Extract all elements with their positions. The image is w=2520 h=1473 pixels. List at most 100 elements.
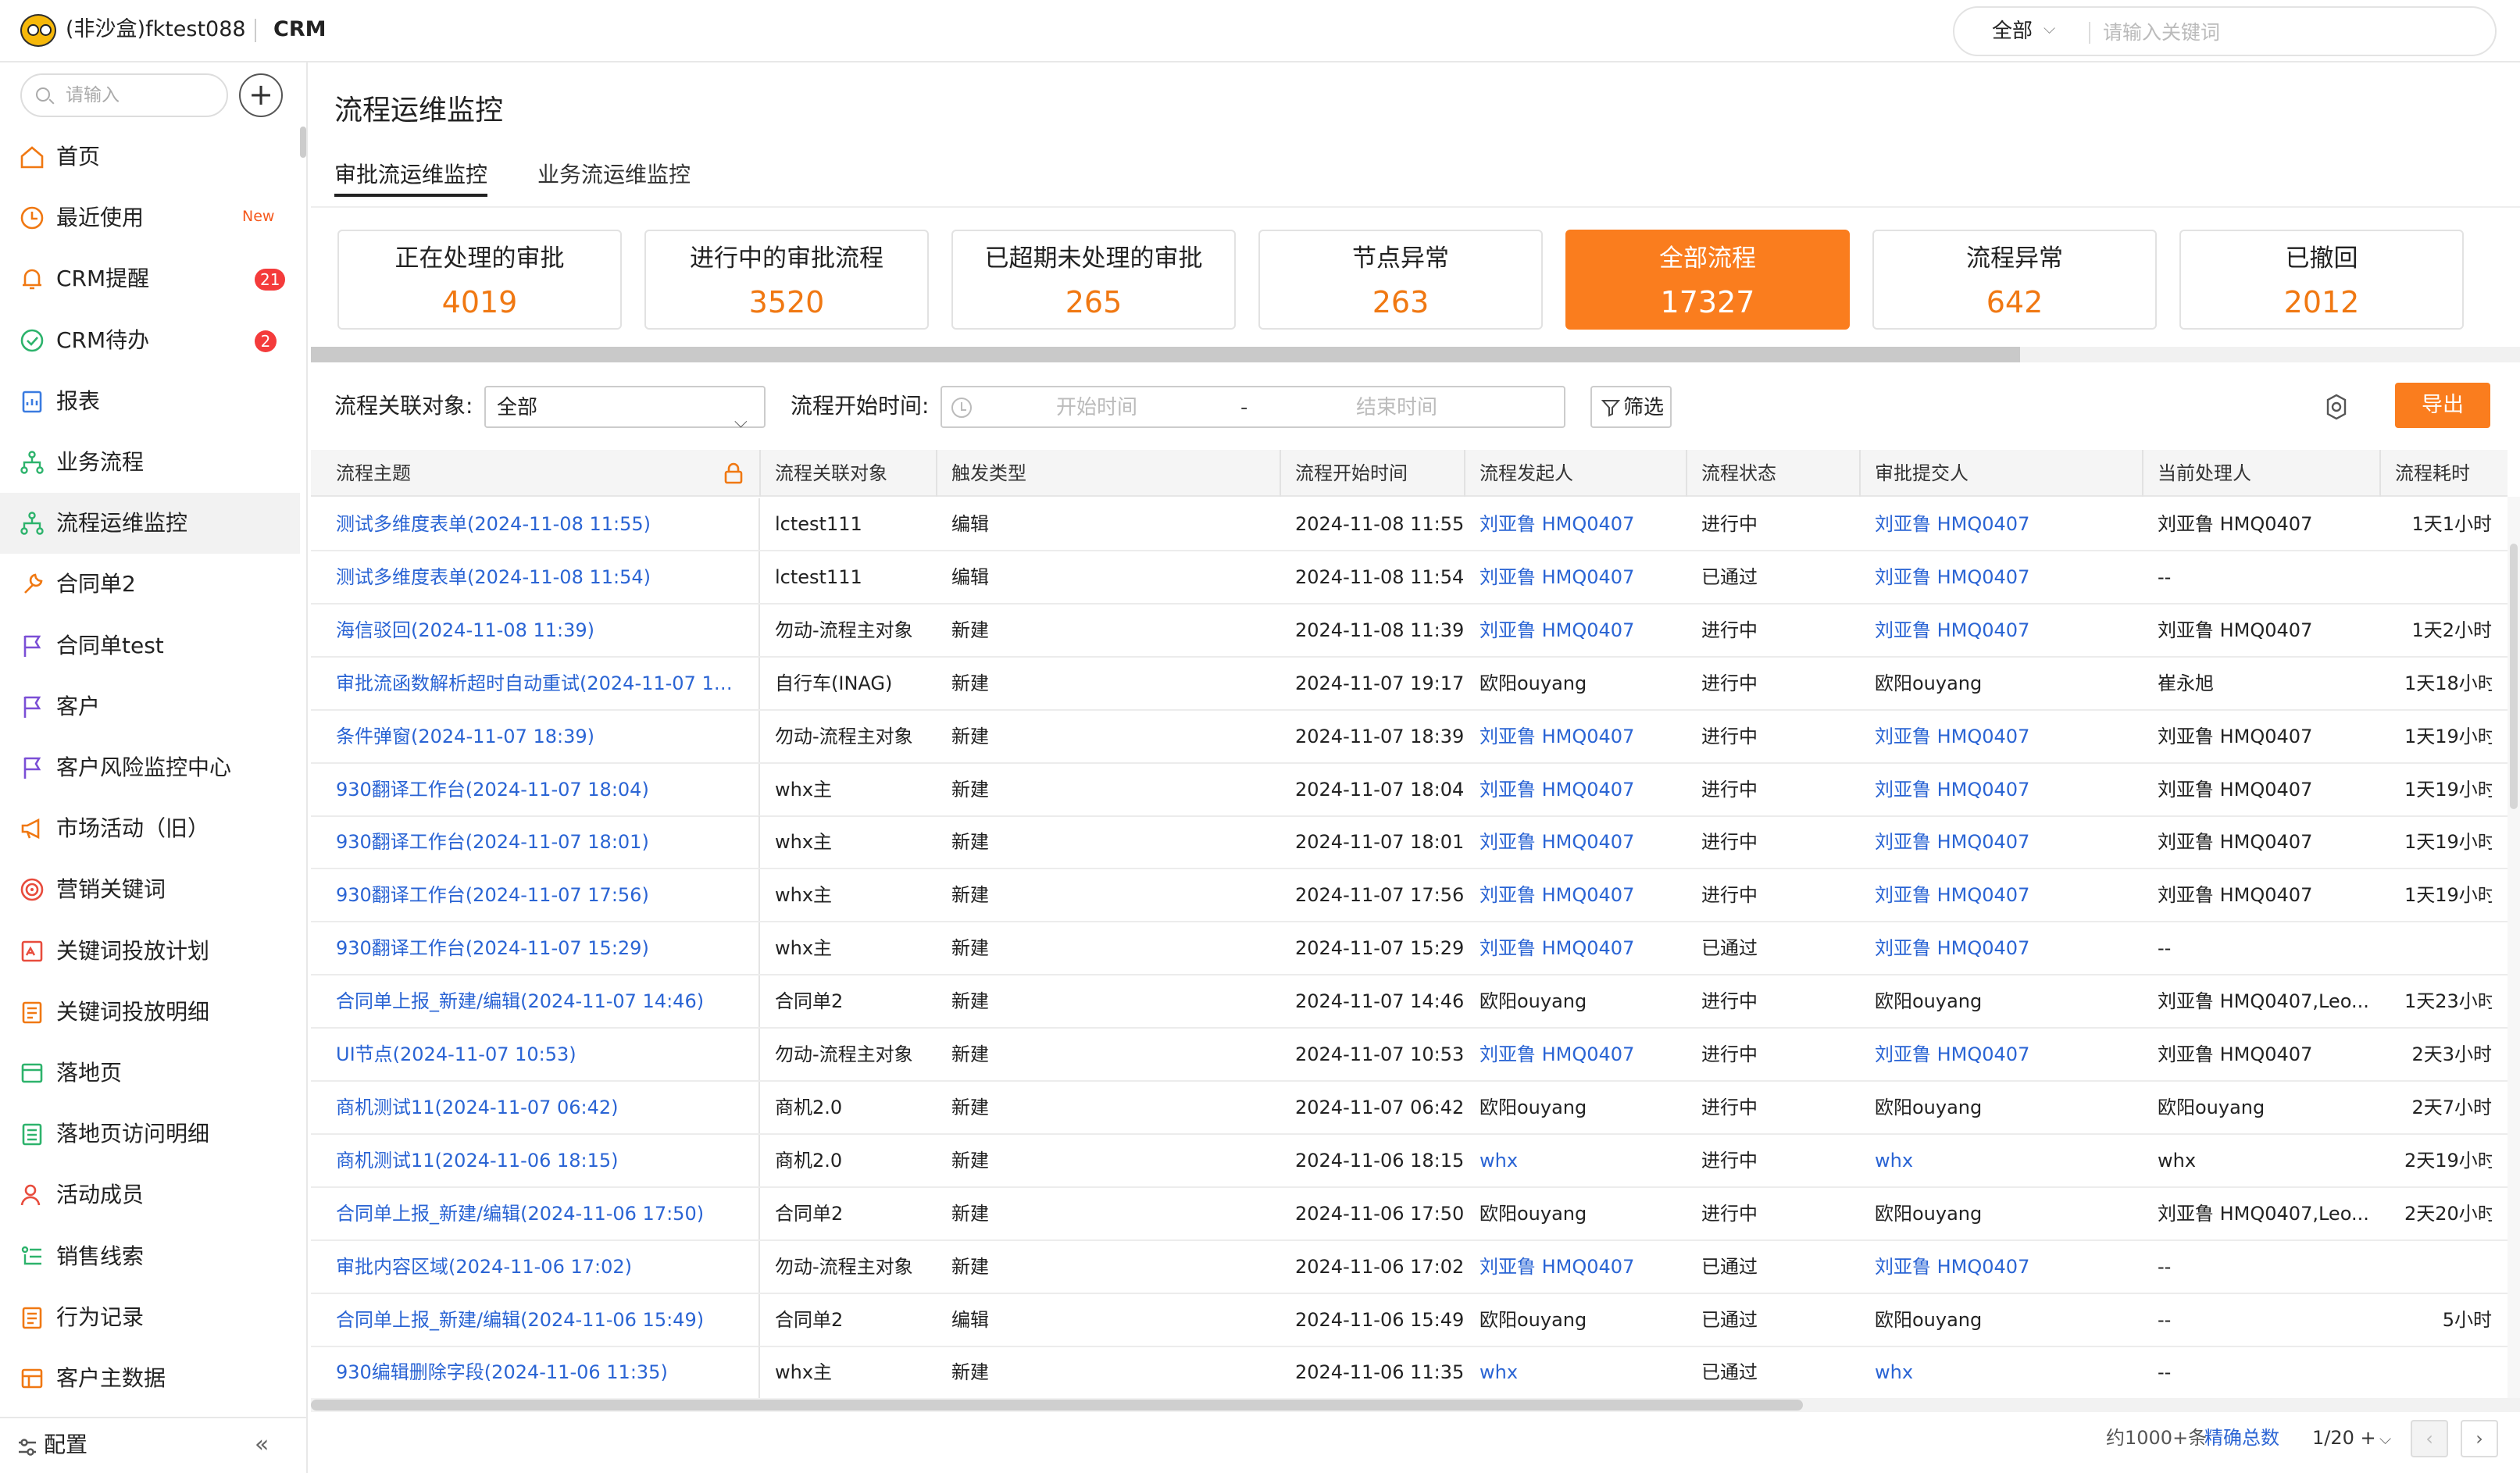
user-link[interactable]: whx [1480,1135,1683,1186]
sidebar-item-16[interactable]: 落地页访问明细 [0,1104,300,1164]
process-subject-link[interactable]: 审批流函数解析超时自动重试(2024-11-07 19:17) [336,658,742,709]
table-scroll-thumb[interactable] [2510,544,2518,809]
exact-total-link[interactable]: 精确总数 [2204,1418,2279,1457]
process-subject-link[interactable]: 测试多维度表单(2024-11-08 11:54) [336,551,742,603]
sidebar-item-20[interactable]: 客户主数据 [0,1348,300,1409]
sidebar-item-6[interactable]: 流程运维监控 [0,493,300,555]
chevron-down-icon[interactable]: ⌵ [2379,1420,2391,1457]
table-hscroll-thumb[interactable] [311,1400,1803,1411]
user-link[interactable]: 刘亚鲁 HMQ0407 [1480,498,1683,550]
sidebar-scrollbar[interactable] [300,127,306,158]
date-range-picker[interactable]: 开始时间 - 结束时间 [941,386,1565,428]
table-row[interactable]: 合同单上报_新建/编辑(2024-11-06 15:49) 合同单2 编辑 2024-… [311,1293,2508,1347]
column-divider[interactable] [2379,450,2381,497]
sidebar-item-17[interactable]: 活动成员 [0,1164,300,1225]
process-subject-link[interactable]: 930翻译工作台(2024-11-07 15:29) [336,922,742,974]
table-horizontal-scrollbar[interactable] [311,1398,2520,1412]
process-subject-link[interactable]: 930编辑删除字段(2024-11-06 11:35) [336,1346,742,1398]
start-time-input[interactable]: 开始时间 [1056,394,1137,422]
sidebar-item-11[interactable]: 市场活动（旧） [0,798,300,859]
table-row[interactable]: 海信驳回(2024-11-08 11:39) 勿动-流程主对象 新建 2024-11-… [311,604,2508,658]
user-link[interactable]: 刘亚鲁 HMQ0407 [1480,816,1683,868]
stat-card[interactable]: 流程异常 642 [1872,230,2157,330]
table-row[interactable]: 930翻译工作台(2024-11-07 18:04) whx主 新建 2024-11-… [311,763,2508,817]
tenant-name[interactable]: (非沙盒)fktest088 [66,14,246,45]
table-row[interactable]: 测试多维度表单(2024-11-08 11:54) lctest111 编辑 2024… [311,551,2508,605]
user-link[interactable]: 刘亚鲁 HMQ0407 [1480,869,1683,921]
column-divider[interactable] [2142,450,2143,497]
sidebar-item-4[interactable]: 报表 [0,371,300,432]
cards-scroll-thumb[interactable] [311,347,2020,362]
tab-business-monitor[interactable]: 业务流运维监控 [537,156,691,194]
sidebar-item-19[interactable]: 行为记录 [0,1287,300,1348]
stat-card[interactable]: 全部流程 17327 [1565,230,1850,330]
user-link[interactable]: 刘亚鲁 HMQ0407 [1875,551,2140,603]
column-header[interactable]: 流程状态 [1701,450,1858,497]
column-header[interactable]: 审批提交人 [1875,450,2140,497]
add-menu-button[interactable]: + [239,73,283,117]
column-divider[interactable] [1280,450,1281,497]
sidebar-item-1[interactable]: 最近使用 New [0,187,300,248]
process-subject-link[interactable]: 930翻译工作台(2024-11-07 18:01) [336,816,742,868]
stat-card[interactable]: 已超期未处理的审批 265 [951,230,1236,330]
prev-page-button[interactable]: ‹ [2411,1420,2448,1457]
user-link[interactable]: 刘亚鲁 HMQ0407 [1480,711,1683,762]
stat-card[interactable]: 已撤回 2012 [2179,230,2464,330]
app-logo-icon[interactable] [20,14,56,47]
process-subject-link[interactable]: 海信驳回(2024-11-08 11:39) [336,605,742,656]
process-subject-link[interactable]: UI节点(2024-11-07 10:53) [336,1029,742,1080]
settings-link[interactable]: 配置 [44,1429,87,1461]
column-divider[interactable] [1464,450,1465,497]
table-row[interactable]: 商机测试11(2024-11-06 18:15) 商机2.0 新建 2024-11-0… [311,1134,2508,1188]
user-link[interactable]: whx [1875,1135,2140,1186]
process-subject-link[interactable]: 930翻译工作台(2024-11-07 18:04) [336,764,742,815]
user-link[interactable]: whx [1875,1346,2140,1398]
global-search-input[interactable] [2103,17,2478,47]
object-filter-select[interactable]: 全部 ⌵ [484,386,766,432]
sidebar-item-7[interactable]: 合同单2 [0,554,300,615]
stat-card[interactable]: 进行中的审批流程 3520 [644,230,929,330]
table-row[interactable]: 930翻译工作台(2024-11-07 17:56) whx主 新建 2024-11-… [311,869,2508,923]
user-link[interactable]: 刘亚鲁 HMQ0407 [1480,605,1683,656]
stat-card[interactable]: 正在处理的审批 4019 [337,230,622,330]
table-row[interactable]: 审批内容区域(2024-11-06 17:02) 勿动-流程主对象 新建 2024-1… [311,1240,2508,1294]
process-subject-link[interactable]: 商机测试11(2024-11-06 18:15) [336,1135,742,1186]
table-row[interactable]: 审批流函数解析超时自动重试(2024-11-07 19:17) 自行车(INAG)… [311,657,2508,711]
sidebar-item-9[interactable]: 客户 [0,676,300,737]
table-row[interactable]: 条件弹窗(2024-11-07 18:39) 勿动-流程主对象 新建 2024-11-… [311,710,2508,764]
chevron-down-icon[interactable]: ⌵ [2043,19,2055,37]
next-page-button[interactable]: › [2461,1420,2498,1457]
collapse-sidebar-icon[interactable]: « [255,1429,269,1461]
user-link[interactable]: 刘亚鲁 HMQ0407 [1480,551,1683,603]
cards-scrollbar[interactable] [311,347,2520,362]
column-header[interactable]: 当前处理人 [2158,450,2384,497]
gear-icon[interactable] [2322,392,2351,422]
process-subject-link[interactable]: 条件弹窗(2024-11-07 18:39) [336,711,742,762]
tab-approval-monitor[interactable]: 审批流运维监控 [334,156,488,197]
table-row[interactable]: 930翻译工作台(2024-11-07 15:29) whx主 新建 2024-11-… [311,922,2508,976]
filter-button[interactable]: 筛选 [1590,386,1672,428]
sidebar-item-14[interactable]: 关键词投放明细 [0,982,300,1043]
column-header[interactable]: 流程发起人 [1480,450,1683,497]
sidebar-item-12[interactable]: 营销关键词 [0,859,300,920]
table-row[interactable]: 合同单上报_新建/编辑(2024-11-06 17:50) 合同单2 新建 2024-… [311,1187,2508,1241]
user-link[interactable]: 刘亚鲁 HMQ0407 [1875,922,2140,974]
sidebar-item-18[interactable]: 销售线索 [0,1226,300,1287]
column-divider[interactable] [1686,450,1687,497]
process-subject-link[interactable]: 测试多维度表单(2024-11-08 11:55) [336,498,742,550]
sidebar-item-3[interactable]: CRM待办 2 [0,310,300,371]
end-time-input[interactable]: 结束时间 [1356,394,1437,422]
process-subject-link[interactable]: 审批内容区域(2024-11-06 17:02) [336,1241,742,1293]
export-button[interactable]: 导出 [2395,383,2490,428]
sidebar-item-8[interactable]: 合同单test [0,615,300,676]
user-link[interactable]: 刘亚鲁 HMQ0407 [1875,1029,2140,1080]
user-link[interactable]: 刘亚鲁 HMQ0407 [1480,922,1683,974]
column-header[interactable]: 流程开始时间 [1295,450,1467,497]
search-scope-select[interactable]: 全部 [1992,17,2033,45]
column-divider[interactable] [759,450,761,497]
user-link[interactable]: 刘亚鲁 HMQ0407 [1480,1241,1683,1293]
table-row[interactable]: UI节点(2024-11-07 10:53) 勿动-流程主对象 新建 2024-11-… [311,1029,2508,1082]
column-header[interactable]: 流程耗时 [2395,450,2504,497]
table-row[interactable]: 商机测试11(2024-11-07 06:42) 商机2.0 新建 2024-11-0… [311,1081,2508,1135]
user-link[interactable]: 刘亚鲁 HMQ0407 [1875,869,2140,921]
